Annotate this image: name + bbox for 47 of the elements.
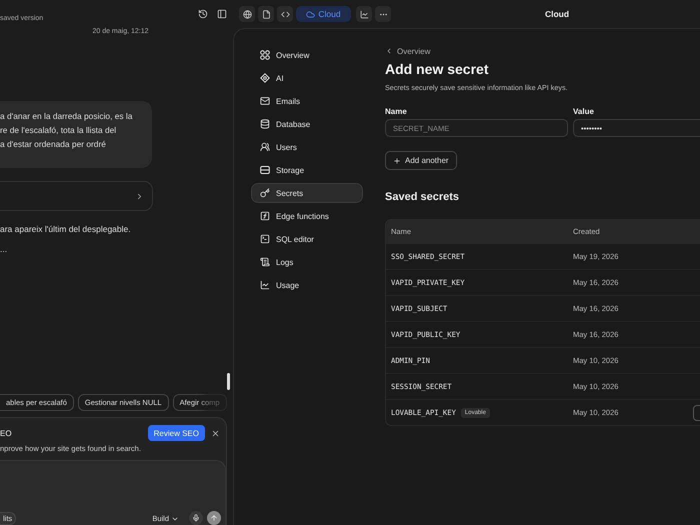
close-icon[interactable] bbox=[211, 428, 220, 438]
banner-title: EO bbox=[0, 428, 13, 438]
database-icon bbox=[260, 119, 270, 129]
nav-item[interactable]: Storage bbox=[251, 160, 363, 180]
nav-item[interactable]: Users bbox=[251, 137, 363, 157]
function-icon bbox=[260, 211, 270, 221]
chevron-icon bbox=[135, 192, 144, 200]
nav-item[interactable]: AI bbox=[251, 68, 363, 88]
nav-item[interactable]: Emails bbox=[251, 91, 363, 111]
users-icon bbox=[260, 142, 270, 152]
name-label: Name bbox=[385, 107, 408, 116]
page-title: Add new secret bbox=[385, 61, 490, 77]
chevron-icon bbox=[385, 47, 393, 55]
globe-icon[interactable] bbox=[239, 6, 255, 22]
send-icon[interactable] bbox=[207, 511, 221, 525]
nav-item[interactable]: Usage bbox=[251, 275, 363, 295]
chart-icon bbox=[260, 280, 270, 290]
back-link[interactable]: Overview bbox=[385, 45, 430, 57]
scrollbar-thumb[interactable] bbox=[227, 373, 230, 390]
chart-icon[interactable] bbox=[356, 6, 372, 22]
review-seo-button[interactable]: Review SEO bbox=[148, 425, 205, 441]
storage-icon bbox=[260, 165, 270, 175]
value-label: Value bbox=[573, 107, 595, 116]
cloud-icon bbox=[306, 10, 316, 18]
nav-item[interactable]: Logs bbox=[251, 252, 363, 272]
nav-item[interactable]: Edge functions bbox=[251, 206, 363, 226]
mail-icon bbox=[260, 96, 270, 106]
section-title: Saved secrets bbox=[385, 191, 460, 203]
microphone-icon[interactable] bbox=[189, 511, 203, 525]
file-icon[interactable] bbox=[258, 6, 274, 22]
reply-text: ... bbox=[0, 243, 8, 256]
reply-text: ara apareix l'últim del desplegable. bbox=[0, 223, 132, 236]
plus-icon bbox=[393, 156, 401, 164]
add-another-button[interactable]: Add another bbox=[385, 151, 457, 170]
panel-title: Cloud bbox=[544, 9, 570, 19]
grid-icon bbox=[260, 50, 270, 60]
terminal-icon bbox=[260, 234, 270, 244]
key-icon bbox=[260, 188, 270, 198]
code-icon[interactable] bbox=[277, 6, 293, 22]
nav-item[interactable]: SQL editor bbox=[251, 229, 363, 249]
cloud-tab[interactable]: Cloud bbox=[296, 6, 351, 22]
nav-item[interactable]: Secrets bbox=[251, 183, 363, 203]
message-text: a d'anar en la darreda posicio, es la re de l'escalafó, tota la llista del a d'estar ordenada per ordré bbox=[0, 110, 134, 151]
nav-item[interactable]: Database bbox=[251, 114, 363, 134]
nav-item[interactable]: Overview bbox=[251, 45, 363, 65]
scroll-icon bbox=[260, 257, 270, 267]
diamond-icon bbox=[260, 73, 270, 83]
